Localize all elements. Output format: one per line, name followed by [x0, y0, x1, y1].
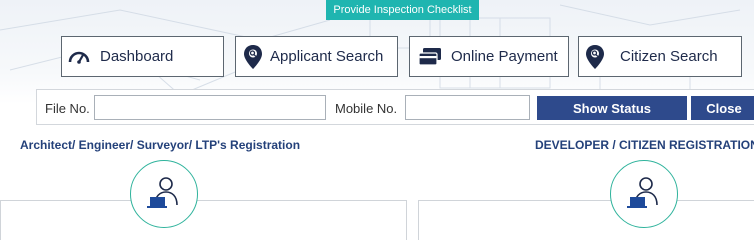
user-laptop-icon: [146, 175, 182, 214]
online-payment-button[interactable]: Online Payment: [409, 36, 569, 77]
professional-registration-icon-button[interactable]: [130, 160, 198, 228]
close-button[interactable]: Close: [691, 96, 754, 120]
online-payment-label: Online Payment: [451, 48, 558, 65]
developer-citizen-registration-panel: [418, 200, 754, 240]
mobile-no-label: Mobile No.: [335, 101, 398, 116]
user-laptop-icon: [626, 175, 662, 214]
professional-registration-title[interactable]: Architect/ Engineer/ Surveyor/ LTP's Reg…: [20, 138, 300, 152]
applicant-search-label: Applicant Search: [270, 48, 384, 65]
dashboard-button[interactable]: Dashboard: [61, 36, 224, 77]
file-no-label: File No.: [45, 101, 90, 116]
speedometer-icon: [66, 44, 92, 70]
status-filter-bar: File No. Mobile No. Show Status Close: [36, 89, 754, 125]
map-pin-search-icon: [582, 44, 608, 70]
show-status-button[interactable]: Show Status: [537, 96, 687, 120]
mobile-no-input[interactable]: [405, 95, 530, 120]
applicant-search-button[interactable]: Applicant Search: [235, 36, 398, 77]
provide-inspection-checklist-button[interactable]: Provide Inspection Checklist: [326, 0, 479, 20]
professional-registration-panel: [0, 200, 407, 240]
file-no-input[interactable]: [94, 95, 326, 120]
dashboard-label: Dashboard: [100, 48, 174, 65]
citizen-search-button[interactable]: Citizen Search: [578, 36, 742, 77]
developer-citizen-registration-title[interactable]: DEVELOPER / CITIZEN REGISTRATION: [535, 138, 754, 152]
credit-card-icon: [417, 44, 443, 70]
map-pin-search-icon: [240, 44, 266, 70]
citizen-search-label: Citizen Search: [620, 48, 718, 65]
developer-citizen-registration-icon-button[interactable]: [610, 160, 678, 228]
